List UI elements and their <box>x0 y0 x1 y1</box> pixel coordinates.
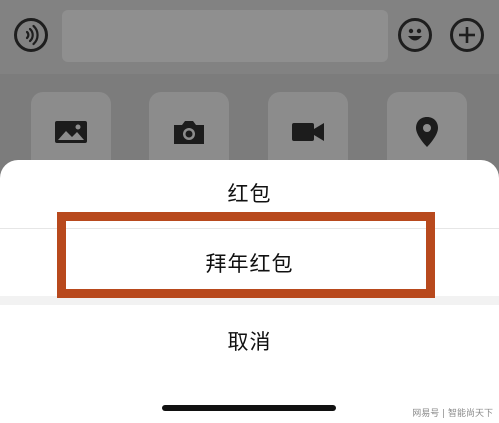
chat-input-bar <box>0 0 499 74</box>
location-icon <box>416 117 438 147</box>
emoji-button[interactable] <box>398 18 432 52</box>
voice-button[interactable] <box>14 18 48 52</box>
voice-icon <box>25 24 39 46</box>
action-sheet: 红包 拜年红包 取消 <box>0 160 499 423</box>
plus-button[interactable] <box>450 18 484 52</box>
section-gap <box>0 296 499 305</box>
new-year-red-packet-option[interactable]: 拜年红包 <box>0 230 499 296</box>
camera-icon <box>174 121 204 144</box>
cancel-button[interactable]: 取消 <box>0 308 499 374</box>
message-input[interactable] <box>62 10 388 62</box>
plus-icon <box>459 27 475 43</box>
home-indicator[interactable] <box>162 405 336 411</box>
watermark: 网易号 | 智能尚天下 <box>412 409 493 419</box>
video-icon <box>292 123 324 141</box>
emoji-icon <box>408 28 422 41</box>
red-packet-option[interactable]: 红包 <box>0 160 499 226</box>
image-icon <box>55 121 87 143</box>
divider <box>0 228 499 229</box>
